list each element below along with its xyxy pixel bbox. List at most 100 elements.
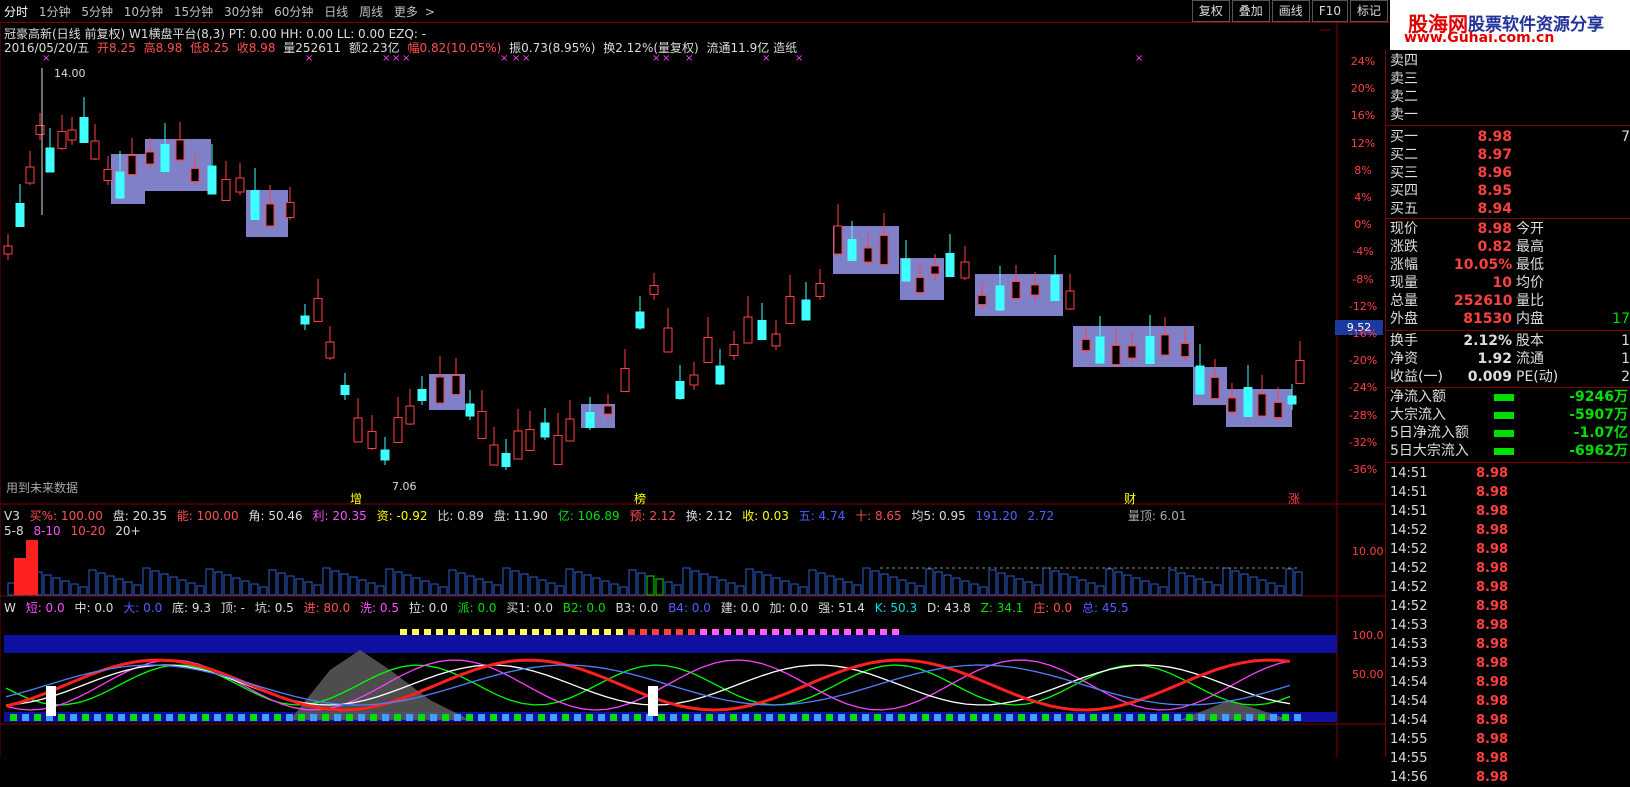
quote-row: 现量 10 均价 [1388, 274, 1630, 292]
volume-bar [358, 579, 367, 596]
ind1-yi: 亿: 106.89 [557, 509, 620, 523]
ind2-top-marker [472, 629, 479, 635]
ind2-signal-block [1138, 714, 1145, 721]
quote-label: 总量 [1390, 293, 1418, 309]
quote-row: 涨幅 10.05% 最低 [1388, 256, 1630, 274]
sell3-label: 卖三 [1390, 71, 1418, 87]
buy-row[interactable]: 买一 8.98 7 [1388, 128, 1630, 146]
ind2-signal-block [790, 714, 797, 721]
stat-label2: 流通 [1516, 351, 1544, 367]
candle-body [635, 311, 645, 329]
tick-time: 14:51 [1390, 485, 1428, 500]
sell4-row[interactable]: 卖四 [1388, 52, 1630, 70]
ind2-signal-block [82, 714, 89, 721]
event-marker-bang[interactable]: 榜 [634, 490, 646, 507]
volume-bar [997, 572, 1006, 596]
buy-row[interactable]: 买四 8.95 [1388, 182, 1630, 200]
volume-bar [952, 577, 961, 596]
volume-bar [376, 585, 385, 596]
sell2-row[interactable]: 卖二 [1388, 88, 1630, 106]
sell1-row[interactable]: 卖一 [1388, 106, 1630, 124]
candle-body [380, 449, 390, 461]
signal-marker: × [392, 53, 400, 64]
quote-label: 现量 [1390, 275, 1418, 291]
ind2-jin: 进: 80.0 [303, 601, 351, 615]
volume-bar [79, 586, 88, 596]
candle-body [603, 405, 613, 415]
ind2-signal-block [1030, 714, 1037, 721]
ind1-neng: 能: 100.00 [176, 509, 239, 523]
quote-value: 10.05% [1454, 257, 1513, 273]
tick-row: 14:54 8.98 [1388, 673, 1630, 692]
y-axis-tick: -8% [1352, 272, 1374, 286]
ind2-signal-block [22, 714, 29, 721]
volume-bar [556, 585, 565, 596]
ind2-d: D: 43.8 [926, 601, 971, 615]
tick-price: 8.98 [1476, 580, 1509, 595]
sell3-row[interactable]: 卖三 [1388, 70, 1630, 88]
flow-label: 大宗流入 [1390, 407, 1446, 423]
ind1-jiao: 角: 50.46 [248, 509, 303, 523]
volume-bar [304, 581, 313, 596]
ind1-buy: 买%: 100.00 [29, 509, 103, 523]
ind1-v2: 2.72 [1027, 509, 1055, 523]
ind1-pan: 盘: 20.35 [112, 509, 167, 523]
ind2-signal-block [1174, 714, 1181, 721]
flow-bar [1494, 394, 1514, 401]
candle-body [300, 315, 310, 325]
buy-row[interactable]: 买二 8.97 [1388, 146, 1630, 164]
event-marker-zeng[interactable]: 增 [350, 490, 362, 507]
tick-time: 14:53 [1390, 618, 1428, 633]
ind2-zhuang: 庄: 0.0 [1033, 601, 1073, 615]
ind2-top-marker [592, 629, 599, 635]
volume-bar [817, 572, 826, 596]
buy-label: 买一 [1390, 129, 1418, 145]
future-data-note: 用到未来数据 [6, 481, 79, 495]
candle-body [501, 453, 511, 467]
stat-label: 收益(一) [1390, 369, 1443, 385]
ind2-signal-block [1270, 714, 1277, 721]
ind2-keng: 坑: 0.5 [254, 601, 294, 615]
volume-bar [916, 585, 925, 596]
ind2-pai: 派: 0.0 [457, 601, 497, 615]
volume-bar [1294, 571, 1303, 596]
ind2-signal-block [238, 714, 245, 721]
volume-bar [862, 567, 871, 596]
tick-price: 8.98 [1476, 542, 1509, 557]
tick-price: 8.98 [1476, 523, 1509, 538]
flow-value: -9246万 [1569, 389, 1628, 405]
ind2-signal-block [514, 714, 521, 721]
volume-bar [691, 570, 700, 596]
volume-bar [277, 572, 286, 596]
volume-bar [268, 569, 277, 596]
buy-row[interactable]: 买五 8.94 [1388, 200, 1630, 218]
buy-row[interactable]: 买三 8.96 [1388, 164, 1630, 182]
kline-chart[interactable]: × × × × × × × × × × × × × × [0, 0, 1390, 757]
volume-bar [511, 570, 520, 596]
quote-value: 8.98 [1477, 221, 1512, 237]
volume-bar [457, 572, 466, 596]
ind2-top-marker [832, 629, 839, 635]
volume-bar [988, 569, 997, 596]
volume-bar [250, 583, 259, 596]
ind2-signal-block [178, 714, 185, 721]
y-axis-tick: -12% [1348, 299, 1378, 313]
event-marker-cai[interactable]: 财 [1124, 490, 1136, 507]
ind2-signal-block [262, 714, 269, 721]
volume-bar [907, 582, 916, 596]
quote-row: 现价 8.98 今开 [1388, 220, 1630, 238]
volume-bar [520, 573, 529, 596]
volume-bar [763, 574, 772, 596]
event-marker-zhang[interactable]: 涨 [1288, 490, 1300, 507]
volume-bar [1132, 577, 1141, 596]
ind2-signal-block [754, 714, 761, 721]
tick-price: 8.98 [1476, 599, 1509, 614]
ind2-top-marker [892, 629, 899, 635]
volume-bar [718, 579, 727, 596]
volume-bar [889, 576, 898, 596]
ind2-signal-block [610, 714, 617, 721]
ind2-signal-block [742, 714, 749, 721]
signal-marker: × [402, 53, 410, 64]
ind2-signal-block [478, 714, 485, 721]
ind2-top-marker [544, 629, 551, 635]
